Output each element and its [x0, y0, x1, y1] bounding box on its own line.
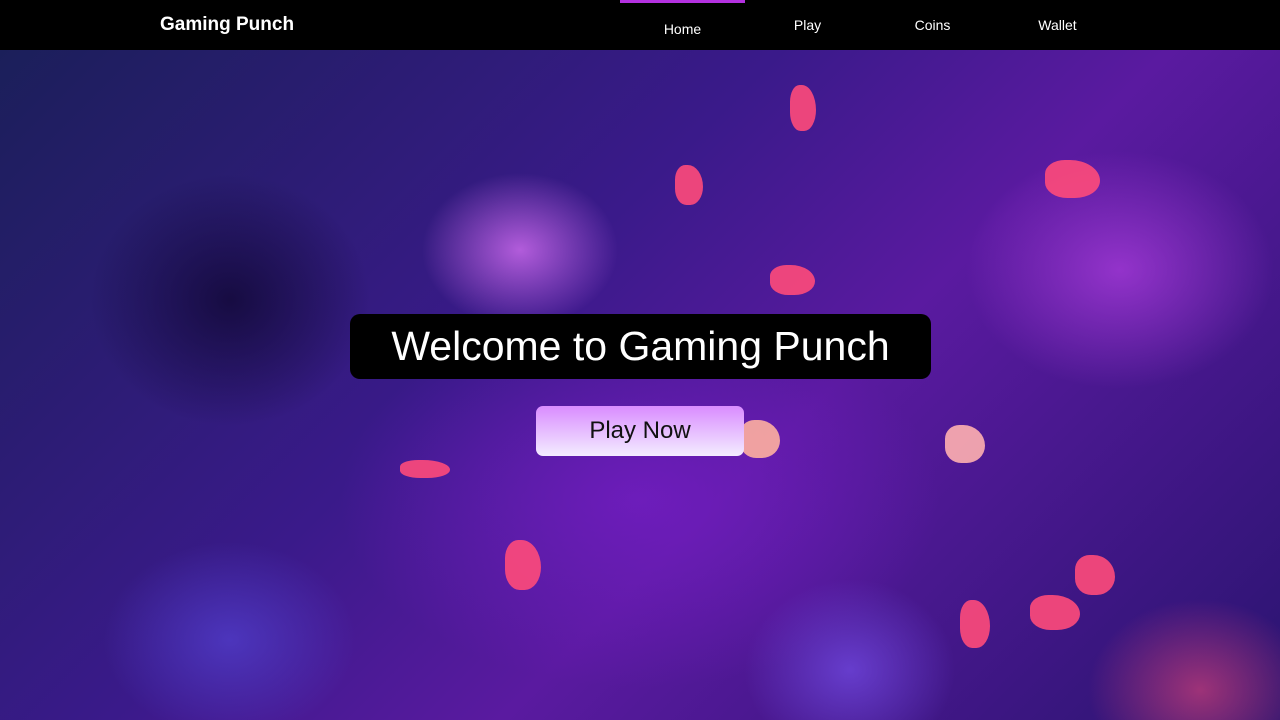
- hero-title: Welcome to Gaming Punch: [350, 314, 931, 379]
- brand-logo[interactable]: Gaming Punch: [160, 14, 294, 36]
- nav-play[interactable]: Play: [745, 0, 870, 50]
- nav-home[interactable]: Home: [620, 0, 745, 50]
- play-now-button[interactable]: Play Now: [536, 406, 744, 456]
- top-nav: Gaming Punch Home Play Coins Wallet: [0, 0, 1280, 50]
- nav-wallet[interactable]: Wallet: [995, 0, 1120, 50]
- hero-background-image: [0, 50, 1280, 720]
- nav-coins[interactable]: Coins: [870, 0, 995, 50]
